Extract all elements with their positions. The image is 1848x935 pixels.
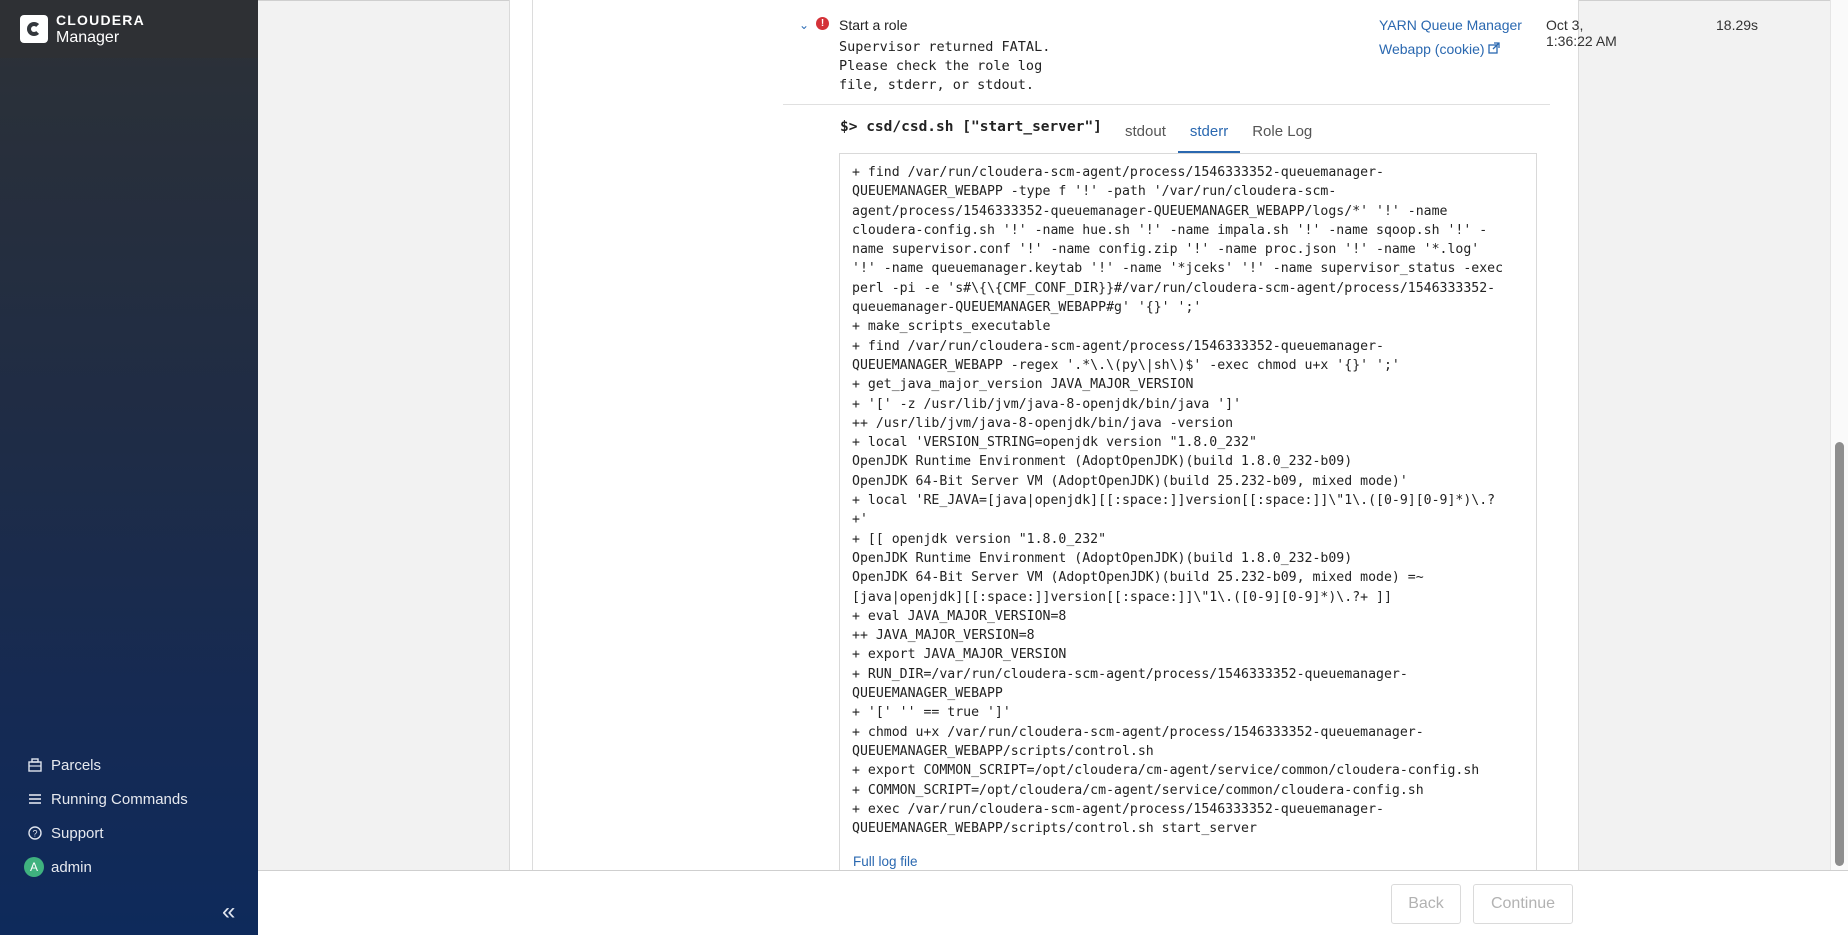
cloudera-logo-icon [20,15,48,43]
sidebar-item-parcels[interactable]: Parcels [0,748,258,782]
role-link[interactable]: YARN Queue Manager [1379,17,1522,33]
log-line: + local 'RE_JAVA=[java|openjdk][[:space:… [852,493,1496,509]
sidebar-item-label: admin [51,858,92,876]
command-line: $> csd/csd.sh ["start_server"] [840,119,1102,135]
log-line: agent/process/1546333352-queuemanager-QU… [852,203,1448,219]
wizard-footer: Back Continue [258,870,1848,935]
step-row: ⌄ ! Start a role Supervisor returned FAT… [799,14,1758,104]
log-line: name supervisor.conf '!' -name config.zi… [852,242,1480,258]
log-line: + find /var/run/cloudera-scm-agent/proce… [852,338,1384,354]
parcels-icon [27,757,43,773]
sidebar-item-admin[interactable]: A admin [0,850,258,884]
log-line: +' [852,512,868,528]
full-log-link[interactable]: Full log file [853,854,918,869]
scrollbar-thumb[interactable] [1835,442,1844,866]
sidebar-item-label: Parcels [51,756,102,774]
webapp-link-wrapper[interactable]: Webapp (cookie) [1379,41,1501,57]
log-line: ++ /usr/lib/jvm/java-8-openjdk/bin/java … [852,415,1234,431]
log-text: + find /var/run/cloudera-scm-agent/proce… [852,163,1524,838]
log-line: QUEUEMANAGER_WEBAPP -type f '!' -path '/… [852,184,1337,200]
log-line: cloudera-config.sh '!' -name hue.sh '!' … [852,222,1488,238]
log-line: + RUN_DIR=/var/run/cloudera-scm-agent/pr… [852,666,1408,682]
log-line: + '[' '' == true ']' [852,705,1011,721]
log-tabs: stdout stderr Role Log [1113,115,1324,153]
webapp-link[interactable]: Webapp (cookie) [1379,41,1485,57]
log-line: ++ JAVA_MAJOR_VERSION=8 [852,628,1035,644]
log-output[interactable]: + find /var/run/cloudera-scm-agent/proce… [839,153,1537,870]
sidebar: CLOUDERA Manager Parcels Running Command… [0,0,258,935]
log-line: + export COMMON_SCRIPT=/opt/cloudera/cm-… [852,763,1480,779]
log-line: '!' -name queuemanager.keytab '!' -name … [852,261,1504,277]
log-line: queuemanager-QUEUEMANAGER_WEBAPP#g' '{}'… [852,300,1202,316]
log-line: + make_scripts_executable [852,319,1051,335]
collapse-sidebar-icon[interactable]: « [222,898,235,926]
log-line: [java|openjdk][[:space:]]version[[:space… [852,589,1392,605]
command-text: csd/csd.sh ["start_server"] [866,119,1102,135]
tab-stdout[interactable]: stdout [1113,115,1178,153]
tab-stderr[interactable]: stderr [1177,115,1241,153]
avatar: A [24,857,44,877]
divider [783,104,1550,105]
sidebar-item-support[interactable]: ? Support [0,816,258,850]
brand-product: Manager [56,29,120,46]
log-line: perl -pi -e 's#\{\{CMF_CONF_DIR}}#/var/r… [852,280,1496,296]
log-line: + '[' -z /usr/lib/jvm/java-8-openjdk/bin… [852,396,1242,412]
sidebar-item-running-commands[interactable]: Running Commands [0,782,258,816]
log-line: QUEUEMANAGER_WEBAPP [852,686,1003,702]
back-button[interactable]: Back [1391,884,1461,924]
brand-header[interactable]: CLOUDERA Manager [0,0,258,58]
log-line: OpenJDK Runtime Environment (AdoptOpenJD… [852,550,1353,566]
tab-role-log[interactable]: Role Log [1240,115,1324,153]
sidebar-bottom-nav: Parcels Running Commands ? Support A adm… [0,748,258,884]
svg-text:?: ? [32,829,37,839]
main-content: ⌄ ! Start a role Supervisor returned FAT… [258,0,1848,935]
log-line: + get_java_major_version JAVA_MAJOR_VERS… [852,377,1194,393]
prompt-symbol: $> [840,119,858,135]
log-line: + export JAVA_MAJOR_VERSION [852,647,1067,663]
log-line: QUEUEMANAGER_WEBAPP/scripts/control.sh [852,743,1154,759]
log-line: OpenJDK Runtime Environment (AdoptOpenJD… [852,454,1353,470]
log-line: QUEUEMANAGER_WEBAPP/scripts/control.sh s… [852,821,1257,837]
support-icon: ? [27,825,43,841]
brand-name: CLOUDERA [56,12,145,28]
log-line: + local 'VERSION_STRING=openjdk version … [852,435,1257,451]
log-line: + exec /var/run/cloudera-scm-agent/proce… [852,801,1384,817]
log-line: + COMMON_SCRIPT=/opt/cloudera/cm-agent/s… [852,782,1424,798]
sidebar-item-label: Running Commands [51,790,188,808]
log-line: + chmod u+x /var/run/cloudera-scm-agent/… [852,724,1424,740]
error-icon: ! [816,17,829,30]
step-date: Oct 3, 1:36:22 AM [1546,17,1617,49]
external-link-icon [1488,41,1501,57]
step-duration: 18.29s [1716,17,1759,33]
log-line: + [[ openjdk version "1.8.0_232" [852,531,1107,547]
step-title: Start a role [839,17,908,33]
running-commands-icon [27,791,43,807]
log-line: + eval JAVA_MAJOR_VERSION=8 [852,608,1067,624]
log-line: OpenJDK 64-Bit Server VM (AdoptOpenJDK)(… [852,570,1424,586]
log-line: + find /var/run/cloudera-scm-agent/proce… [852,165,1384,180]
chevron-down-icon[interactable]: ⌄ [799,18,809,32]
step-message: Supervisor returned FATAL. Please check … [839,39,1051,93]
sidebar-item-label: Support [51,824,104,842]
continue-button[interactable]: Continue [1473,884,1573,924]
log-line: QUEUEMANAGER_WEBAPP -regex '.*\.\(py\|sh… [852,357,1400,373]
log-line: OpenJDK 64-Bit Server VM (AdoptOpenJDK)(… [852,473,1408,489]
